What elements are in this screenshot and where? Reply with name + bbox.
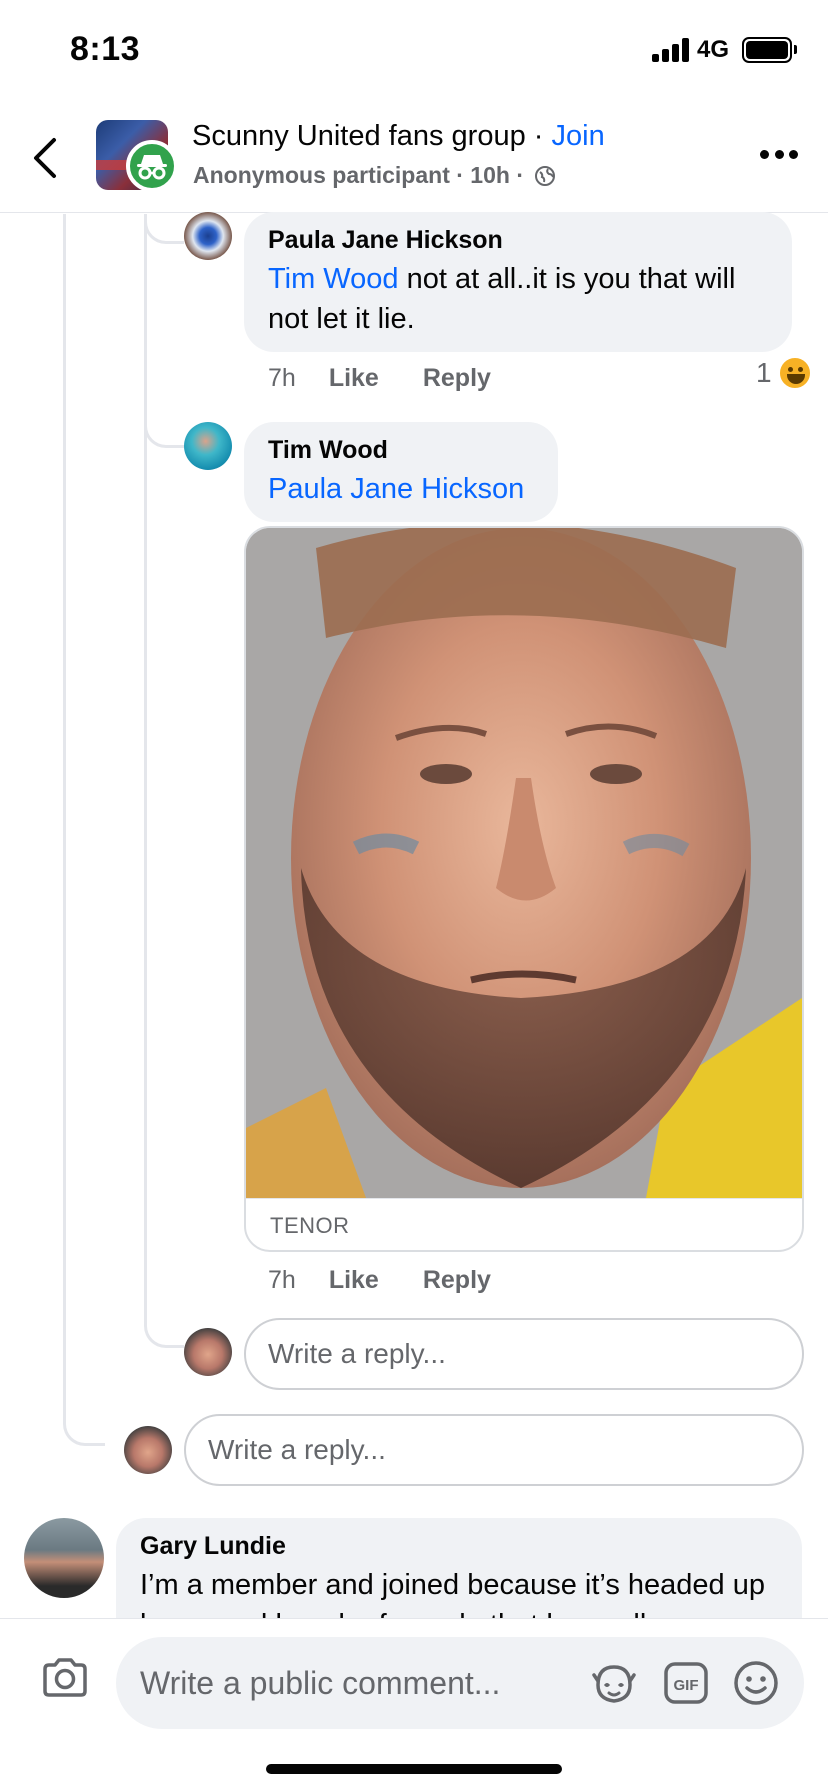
comment-author[interactable]: Gary Lundie (140, 1532, 778, 1561)
like-button[interactable]: Like (329, 364, 379, 393)
gif-footer: TENOR (246, 1198, 802, 1250)
comment-author[interactable]: Tim Wood (268, 436, 534, 465)
sticker-button[interactable] (590, 1659, 638, 1707)
emoji-icon (734, 1661, 778, 1705)
post-meta-text: Anonymous participant · 10h · (193, 162, 524, 188)
thread-curve-outer (63, 1412, 105, 1446)
like-button[interactable]: Like (329, 1266, 379, 1295)
battery-icon (742, 37, 792, 63)
reply-placeholder: Write a reply... (268, 1338, 446, 1369)
thread-line-outer (63, 214, 66, 1414)
thread-curve-2 (144, 414, 184, 448)
reply-input[interactable]: Write a reply... (184, 1414, 804, 1486)
reaction-count: 1 (756, 357, 772, 388)
join-button[interactable]: Join (552, 120, 605, 152)
avatar (124, 1426, 172, 1474)
comment-actions: 7h Like Reply (268, 364, 535, 393)
network-type: 4G (697, 36, 730, 63)
avatar[interactable] (184, 212, 232, 260)
group-name[interactable]: Scunny United fans group (192, 120, 526, 152)
reply-button[interactable]: Reply (423, 1266, 491, 1295)
comment-bubble[interactable]: Paula Jane Hickson Tim Wood not at all..… (244, 212, 792, 352)
emoji-button[interactable] (732, 1659, 780, 1707)
group-title: Scunny United fans group · Join (192, 120, 605, 152)
home-indicator (266, 1764, 562, 1774)
thread-curve-3 (144, 1314, 184, 1348)
comment-time: 7h (268, 1266, 296, 1294)
thread-line-inner (144, 214, 147, 1314)
haha-reaction-icon (777, 356, 812, 390)
globe-icon (535, 166, 556, 186)
thread-curve-1 (144, 214, 184, 244)
post-meta: Anonymous participant · 10h · (193, 162, 556, 189)
status-bar: 8:13 4G (0, 0, 828, 100)
mention-link[interactable]: Paula Jane Hickson (268, 473, 524, 505)
comment-text: Tim Wood not at all..it is you that will… (268, 263, 736, 335)
mention-link[interactable]: Tim Wood (268, 263, 399, 295)
gif-icon: GIF (664, 1662, 708, 1704)
avatar (184, 1328, 232, 1376)
chevron-left-icon (34, 138, 56, 178)
signal-icon (652, 38, 690, 62)
comment-time: 7h (268, 364, 296, 392)
gif-attachment[interactable]: TENOR (244, 526, 804, 1252)
camera-button[interactable] (40, 1653, 90, 1703)
post-header: Scunny United fans group · Join Anonymou… (0, 100, 828, 213)
comment-bubble[interactable]: Tim Wood Paula Jane Hickson (244, 422, 558, 522)
comment-author[interactable]: Paula Jane Hickson (268, 226, 768, 255)
camera-icon (43, 1658, 87, 1697)
avatar[interactable] (184, 422, 232, 470)
status-time: 8:13 (70, 30, 141, 68)
reply-input[interactable]: Write a reply... (244, 1318, 804, 1390)
more-button[interactable] (760, 150, 798, 162)
reaction-summary[interactable]: 1 (756, 356, 812, 390)
anonymous-badge-icon (126, 140, 178, 192)
sticker-icon (592, 1665, 636, 1703)
back-button[interactable] (30, 136, 62, 180)
gif-source: TENOR (270, 1213, 350, 1238)
reply-button[interactable]: Reply (423, 364, 491, 393)
avatar[interactable] (24, 1518, 104, 1598)
gif-image (246, 528, 802, 1198)
gif-button[interactable]: GIF (662, 1659, 710, 1707)
public-comment-placeholder: Write a public comment... (140, 1664, 501, 1701)
comment-actions: 7h Like Reply (268, 1266, 535, 1295)
svg-text:GIF: GIF (674, 1677, 699, 1694)
comment-text: Paula Jane Hickson (268, 469, 534, 509)
reply-placeholder: Write a reply... (208, 1434, 386, 1465)
